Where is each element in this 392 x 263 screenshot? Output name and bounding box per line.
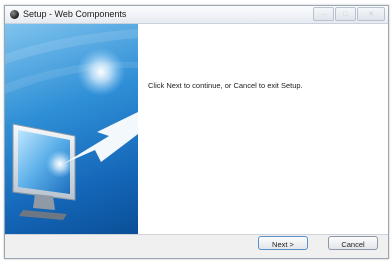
wizard-content: Click Next to continue, or Cancel to exi… [5,24,388,235]
setup-window: Setup - Web Components – □ ✕ Click Next … [4,5,389,259]
window-title: Setup - Web Components [23,9,127,19]
minimize-icon: – [321,10,326,18]
setup-app-icon[interactable] [10,10,19,19]
next-button[interactable]: Next > [258,236,308,250]
computer-monitor-icon [5,29,138,220]
title-bar[interactable]: Setup - Web Components – □ ✕ [5,6,388,24]
wizard-banner-image [5,24,138,234]
minimize-button[interactable]: – [313,7,334,21]
close-icon: ✕ [368,10,374,18]
maximize-button[interactable]: □ [335,7,356,21]
close-button[interactable]: ✕ [357,7,385,21]
caption-buttons: – □ ✕ [312,7,385,21]
maximize-icon: □ [343,10,348,18]
instruction-text: Click Next to continue, or Cancel to exi… [148,81,303,90]
cancel-button[interactable]: Cancel [328,236,378,250]
